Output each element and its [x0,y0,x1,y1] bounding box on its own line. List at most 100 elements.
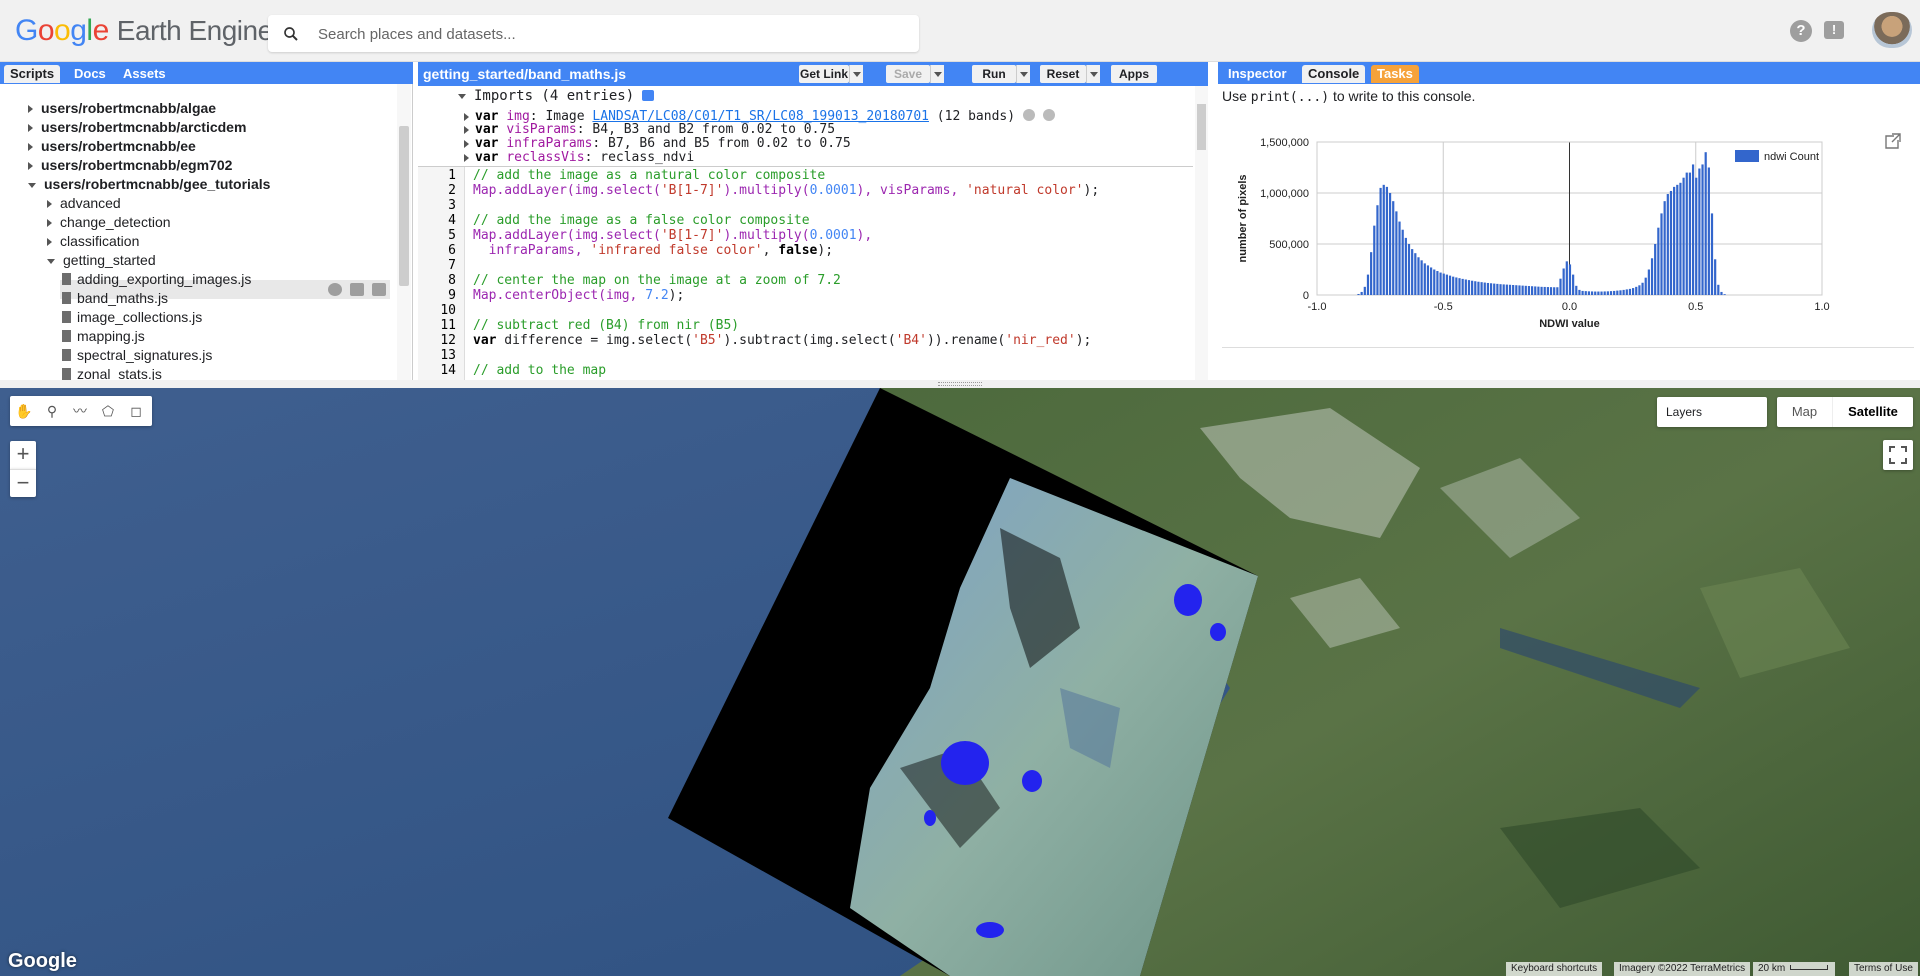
tree-file[interactable]: mapping.js [62,327,145,346]
scripts-scrollbar[interactable] [397,84,411,380]
search-box[interactable] [268,15,919,52]
tree-folder[interactable]: advanced [47,194,121,213]
histogram-bar [1534,286,1537,295]
zoom-out-button[interactable]: − [10,469,36,497]
zoom-in-button[interactable]: + [10,441,36,469]
histogram-bar [1477,281,1480,295]
histogram-bar [1508,284,1512,295]
histogram-bar [1572,274,1575,295]
tree-folder[interactable]: getting_started [47,251,156,270]
histogram-bar [1657,227,1660,295]
tab-docs[interactable]: Docs [68,65,112,83]
share-icon[interactable] [1042,109,1055,121]
layers-button[interactable]: Layers [1657,397,1767,427]
tree-label: zonal_stats.js [77,366,162,380]
tree-label: users/robertmcnabb/gee_tutorials [44,176,271,192]
line-tool-icon[interactable]: 〰 [70,401,90,421]
histogram-bar [1597,291,1600,295]
tab-assets[interactable]: Assets [117,65,172,83]
scale-bar[interactable]: 20 km [1753,962,1835,976]
tree-label: getting_started [63,252,156,268]
earth-engine-logo[interactable]: Google Earth Engine [15,14,273,48]
histogram-bar [1505,284,1508,295]
tree-folder[interactable]: change_detection [47,213,171,232]
history-icon[interactable] [328,283,342,296]
tree-folder[interactable]: users/robertmcnabb/ee [28,137,196,156]
imports-header[interactable]: Imports (4 entries) [458,88,655,103]
tab-console[interactable]: Console [1302,65,1366,83]
tab-scripts[interactable]: Scripts [4,65,61,83]
histogram-bar [1382,184,1385,295]
tree-file[interactable]: spectral_signatures.js [62,346,212,365]
tab-inspector[interactable]: Inspector [1222,65,1293,83]
save-button[interactable]: Save [886,65,930,83]
tree-folder[interactable]: users/robertmcnabb/arcticdem [28,118,246,137]
rename-icon[interactable] [350,283,364,296]
tree-folder[interactable]: users/robertmcnabb/gee_tutorials [28,175,270,194]
map-type-map-button[interactable]: Map [1777,397,1833,427]
fullscreen-button[interactable] [1883,440,1913,470]
map-view[interactable]: ✋ ⚲ 〰 ⬠ ◻ + − [0,388,1920,976]
visibility-icon[interactable] [1022,109,1035,121]
histogram-bar [1628,288,1632,295]
histogram-bar [1452,276,1455,295]
get-link-button[interactable]: Get Link [799,65,849,83]
search-input[interactable] [318,23,898,45]
polygon-tool-icon[interactable]: ⬠ [98,401,118,421]
histogram-bar [1360,291,1363,295]
line-number: 6 [448,243,456,258]
import-entry[interactable]: var infraParams: B7, B6 and B5 from 0.02… [464,137,851,151]
histogram-bar [1366,274,1370,295]
panel-splitter[interactable] [0,380,1920,388]
histogram-bar [1486,282,1490,295]
import-entry[interactable]: var img: Image LANDSAT/LC08/C01/T1_SR/LC… [464,109,1055,124]
code-line-11: // subtract red (B4) from nir (B5) [473,318,740,333]
tree-file[interactable]: adding_exporting_images.js [62,270,251,289]
import-entry[interactable]: var reclassVis: reclass_ndvi [464,151,694,165]
tree-folder[interactable]: users/robertmcnabb/egm702 [28,156,232,175]
histogram-bar [1445,274,1448,295]
histogram-bar [1565,261,1568,295]
rectangle-tool-icon[interactable]: ◻ [126,401,146,421]
histogram-bar [1376,205,1379,295]
import-entry[interactable]: var visParams: B4, B3 and B2 from 0.02 t… [464,123,835,137]
open-in-new-icon[interactable] [1885,133,1901,149]
keyboard-shortcuts-link[interactable]: Keyboard shortcuts [1506,962,1603,976]
save-dropdown[interactable] [930,65,944,83]
code-editor[interactable]: Imports (4 entries) var img: Image LANDS… [418,86,1208,380]
show-code-icon[interactable] [642,90,655,101]
tree-file[interactable]: image_collections.js [62,308,202,327]
tab-tasks[interactable]: Tasks [1371,65,1419,83]
avatar[interactable] [1872,12,1912,48]
x-tick-label: -1.0 [1308,301,1327,313]
tree-folder[interactable]: users/robertmcnabb/algae [28,99,216,118]
tree-file[interactable]: band_maths.js [62,289,168,308]
hand-tool-icon[interactable]: ✋ [14,401,34,421]
feedback-icon[interactable]: ! [1824,21,1844,39]
histogram-bar [1660,213,1663,295]
histogram-bar [1398,221,1401,295]
reset-button[interactable]: Reset [1040,65,1086,83]
editor-scrollbar[interactable] [1195,86,1208,380]
chevron-down-icon [28,182,36,188]
terms-of-use-link[interactable]: Terms of Use [1849,962,1918,976]
code-line-8: // center the map on the image at a zoom… [473,273,841,288]
histogram-bar [1530,286,1534,295]
line-number: 10 [440,303,456,318]
delete-icon[interactable] [372,283,386,296]
help-icon[interactable]: ? [1790,20,1812,42]
editor-toolbar: getting_started/band_maths.js Get Link S… [418,62,1616,86]
histogram-bar [1521,285,1524,295]
get-link-dropdown[interactable] [849,65,863,83]
histogram-bar [1704,152,1707,295]
tree-folder[interactable]: classification [47,232,139,251]
run-dropdown[interactable] [1016,65,1030,83]
run-button[interactable]: Run [972,65,1016,83]
apps-button[interactable]: Apps [1111,65,1157,83]
tree-file[interactable]: zonal_stats.js [62,365,162,380]
point-tool-icon[interactable]: ⚲ [42,401,62,421]
reset-dropdown[interactable] [1086,65,1100,83]
map-type-satellite-button[interactable]: Satellite [1833,397,1913,427]
histogram-bar [1543,286,1546,295]
tree-label: adding_exporting_images.js [77,271,252,287]
